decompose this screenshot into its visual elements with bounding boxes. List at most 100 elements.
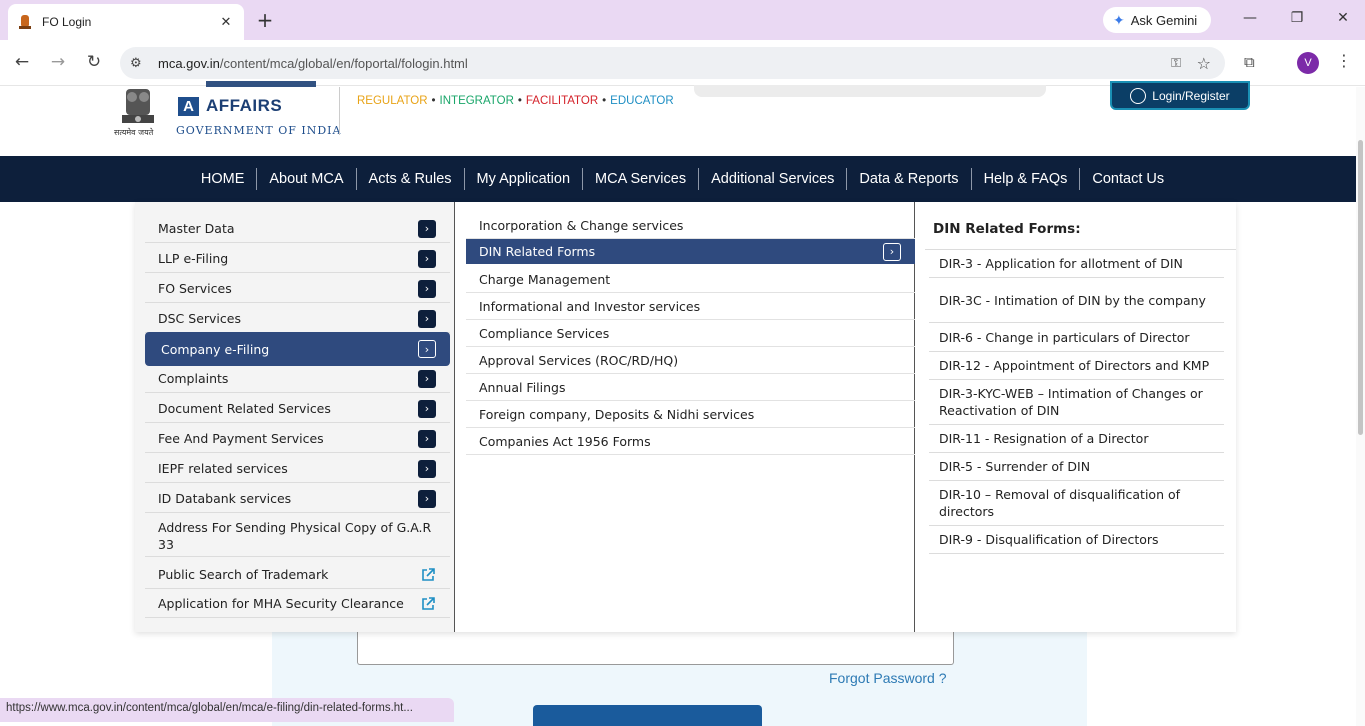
login-register-button[interactable]: Login/Register xyxy=(1110,81,1250,110)
submenu-item-label: Informational and Investor services xyxy=(479,298,701,314)
tagline-word: FACILITATOR xyxy=(525,95,599,107)
forward-icon[interactable]: → xyxy=(47,52,69,72)
menu-item-fee-and-payment-services[interactable]: Fee And Payment Services › xyxy=(145,425,450,453)
nav-item-contact-us[interactable]: Contact Us xyxy=(1080,168,1176,190)
menu-item-label: DSC Services xyxy=(158,311,241,326)
tagline-separator: • xyxy=(602,95,607,107)
browser-menu-icon[interactable]: ⋮ xyxy=(1336,51,1352,70)
menu-column-company-efiling: Incorporation & Change services DIN Relat… xyxy=(455,202,915,632)
external-link-icon xyxy=(422,596,435,610)
address-bar[interactable]: ⚙ mca.gov.in/content/mca/global/en/fopor… xyxy=(120,47,1225,79)
chevron-right-icon: › xyxy=(418,369,436,388)
site-info-icon[interactable]: ⚙ xyxy=(130,56,148,71)
password-key-icon[interactable]: ⚿ xyxy=(1171,56,1181,71)
url-path: /content/mca/global/en/foportal/fologin.… xyxy=(219,55,468,71)
nav-item-my-application[interactable]: My Application xyxy=(465,168,584,190)
tagline-separator: • xyxy=(431,95,436,107)
din-form-link[interactable]: DIR-6 - Change in particulars of Directo… xyxy=(929,323,1224,352)
restore-icon[interactable]: ❐ xyxy=(1287,10,1307,26)
ask-gemini-button[interactable]: ✦ Ask Gemini xyxy=(1103,7,1211,33)
browser-tab-bar: FO Login ✕ + ✦ Ask Gemini — ❐ ✕ xyxy=(0,0,1365,40)
menu-item-master-data[interactable]: Master Data › xyxy=(145,215,450,243)
menu-item-complaints[interactable]: Complaints › xyxy=(145,365,450,393)
menu-item-label: Address For Sending Physical Copy of G.A… xyxy=(158,519,432,552)
submenu-item-label: Compliance Services xyxy=(479,325,610,341)
din-form-link[interactable]: DIR-11 - Resignation of a Director xyxy=(929,425,1224,453)
din-form-link[interactable]: DIR-3-KYC-WEB – Intimation of Changes or… xyxy=(929,380,1224,425)
header-divider xyxy=(339,87,340,135)
submenu-item-annual-filings[interactable]: Annual Filings xyxy=(466,374,915,401)
tab-close-icon[interactable]: ✕ xyxy=(218,15,234,30)
menu-column-services: Master Data › LLP e-Filing › FO Services › DSC… xyxy=(135,202,455,632)
din-form-link[interactable]: DIR-12 - Appointment of Directors and KM… xyxy=(929,352,1224,380)
password-input[interactable] xyxy=(357,631,954,665)
reload-icon[interactable]: ↻ xyxy=(83,52,105,72)
menu-item-address-for-sending-physical-copy-of-g-a-r-33[interactable]: Address For Sending Physical Copy of G.A… xyxy=(145,515,450,557)
search-box[interactable] xyxy=(694,85,1046,97)
bookmark-star-icon[interactable]: ☆ xyxy=(1197,54,1211,73)
submenu-item-compliance-services[interactable]: Compliance Services xyxy=(466,320,915,347)
din-forms-heading: DIN Related Forms: xyxy=(933,221,1081,237)
chevron-right-icon: › xyxy=(418,459,436,478)
new-tab-button[interactable]: + xyxy=(254,8,276,32)
menu-item-id-databank-services[interactable]: ID Databank services › xyxy=(145,485,450,513)
submenu-item-incorporation-change-services[interactable]: Incorporation & Change services xyxy=(466,212,915,239)
browser-toolbar: ← → ↻ ⚙ mca.gov.in/content/mca/global/en… xyxy=(0,40,1365,86)
nav-item-help-faqs[interactable]: Help & FAQs xyxy=(972,168,1081,190)
user-icon xyxy=(1130,87,1147,104)
chevron-right-icon: › xyxy=(418,399,436,418)
menu-item-label: Company e-Filing xyxy=(161,341,270,357)
gemini-sparkle-icon: ✦ xyxy=(1113,11,1125,28)
menu-item-llp-e-filing[interactable]: LLP e-Filing › xyxy=(145,245,450,273)
menu-item-label: Master Data xyxy=(158,221,235,236)
submenu-item-din-related-forms[interactable]: DIN Related Forms › xyxy=(466,239,915,264)
submenu-item-charge-management[interactable]: Charge Management xyxy=(466,266,915,293)
menu-item-label: LLP e-Filing xyxy=(158,251,229,266)
menu-item-fo-services[interactable]: FO Services › xyxy=(145,275,450,303)
nav-item-acts-rules[interactable]: Acts & Rules xyxy=(357,168,465,190)
tagline: REGULATOR • INTEGRATOR • FACILITATOR • EDUCATO… xyxy=(357,95,674,107)
din-form-link[interactable]: DIR-5 - Surrender of DIN xyxy=(929,453,1224,481)
submenu-item-foreign-company-deposits-nidhi-services[interactable]: Foreign company, Deposits & Nidhi servic… xyxy=(466,401,915,428)
din-form-link[interactable]: DIR-10 – Removal of disqualification of … xyxy=(929,481,1224,526)
minimize-icon[interactable]: — xyxy=(1240,10,1260,26)
menu-column-din-forms: DIN Related Forms: DIR-3 - Application f… xyxy=(915,202,1236,632)
nav-item-data-reports[interactable]: Data & Reports xyxy=(847,168,972,190)
menu-item-label: Document Related Services xyxy=(158,401,331,416)
tab-search-icon[interactable]: ⧉ xyxy=(1244,53,1255,71)
ask-gemini-label: Ask Gemini xyxy=(1130,12,1198,28)
din-form-link[interactable]: DIR-9 - Disqualification of Directors xyxy=(929,526,1224,554)
forgot-password-link[interactable]: Forgot Password ? xyxy=(829,670,947,686)
menu-item-label: Complaints xyxy=(158,371,229,386)
nav-item-home[interactable]: HOME xyxy=(189,168,258,190)
menu-item-label: FO Services xyxy=(158,281,232,296)
chevron-right-icon: › xyxy=(418,279,436,298)
menu-item-application-for-mha-security-clearance[interactable]: Application for MHA Security Clearance xyxy=(145,590,450,618)
tab-title: FO Login xyxy=(42,15,92,29)
browser-tab[interactable]: FO Login ✕ xyxy=(8,4,244,40)
url-domain: mca.gov.in xyxy=(158,55,220,71)
external-link-icon xyxy=(422,567,435,581)
chevron-right-icon: › xyxy=(418,429,436,448)
window-close-icon[interactable]: ✕ xyxy=(1333,10,1353,26)
tagline-word: EDUCATOR xyxy=(610,95,674,107)
submenu-item-companies-act-1956-forms[interactable]: Companies Act 1956 Forms xyxy=(466,428,915,455)
menu-item-dsc-services[interactable]: DSC Services › xyxy=(145,305,450,333)
sign-in-button[interactable] xyxy=(533,705,762,726)
menu-item-company-e-filing[interactable]: Company e-Filing › xyxy=(145,332,450,366)
menu-item-public-search-of-trademark[interactable]: Public Search of Trademark xyxy=(145,561,450,589)
menu-item-document-related-services[interactable]: Document Related Services › xyxy=(145,395,450,423)
nav-item-additional-services[interactable]: Additional Services xyxy=(699,168,848,190)
chevron-right-icon: › xyxy=(883,242,901,261)
nav-item-about-mca[interactable]: About MCA xyxy=(257,168,357,190)
back-icon[interactable]: ← xyxy=(11,52,33,72)
din-form-link[interactable]: DIR-3C - Intimation of DIN by the compan… xyxy=(929,278,1224,323)
menu-item-iepf-related-services[interactable]: IEPF related services › xyxy=(145,455,450,483)
profile-avatar[interactable]: V xyxy=(1297,52,1319,74)
submenu-item-approval-services-roc-rd-hq[interactable]: Approval Services (ROC/RD/HQ) xyxy=(466,347,915,374)
din-form-link[interactable]: DIR-3 - Application for allotment of DIN xyxy=(929,250,1224,278)
tagline-word: INTEGRATOR xyxy=(439,95,514,107)
nav-item-mca-services[interactable]: MCA Services xyxy=(583,168,700,190)
page-scrollbar-thumb[interactable] xyxy=(1358,140,1363,435)
submenu-item-informational-and-investor-services[interactable]: Informational and Investor services xyxy=(466,293,915,320)
